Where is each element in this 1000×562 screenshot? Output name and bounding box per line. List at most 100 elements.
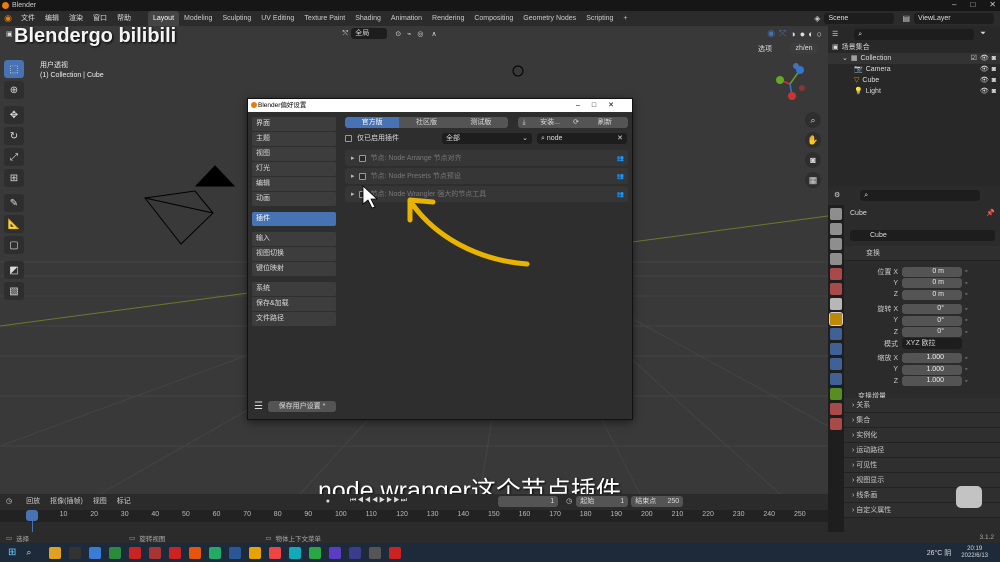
keying-menu[interactable]: 抠像(插帧) bbox=[50, 496, 83, 506]
clear-search-icon[interactable]: ✕ bbox=[617, 133, 623, 144]
keyframe-dot-icon[interactable]: ◦ bbox=[965, 317, 967, 324]
camera-toggle-icon[interactable]: ◙ bbox=[992, 86, 996, 97]
keyframe-dot-icon[interactable]: ◦ bbox=[965, 329, 967, 336]
eye-icon[interactable]: 👁 bbox=[980, 53, 989, 64]
properties-section[interactable]: › 可见性 bbox=[844, 458, 1000, 473]
taskbar-app-icon[interactable] bbox=[389, 546, 402, 559]
taskbar-app-icon[interactable] bbox=[169, 546, 182, 559]
prefs-sidebar-item[interactable]: 键位映射 bbox=[252, 262, 336, 276]
current-frame-field[interactable]: 1 bbox=[498, 495, 559, 507]
particles-tab-icon[interactable] bbox=[830, 343, 842, 355]
collection-checkbox[interactable]: ☑ bbox=[971, 53, 977, 64]
taskbar-app-icon[interactable] bbox=[349, 546, 362, 559]
workspace-tab-animation[interactable]: Animation bbox=[386, 11, 427, 26]
addon-enable-checkbox[interactable] bbox=[358, 172, 366, 180]
keyframe-dot-icon[interactable]: ◦ bbox=[965, 268, 967, 275]
taskbar-app-icon[interactable] bbox=[49, 546, 62, 559]
playhead[interactable] bbox=[26, 510, 38, 521]
pin-icon[interactable]: 📌 bbox=[986, 209, 995, 217]
prefs-sidebar-item[interactable]: 动画 bbox=[252, 192, 336, 206]
outliner-collection[interactable]: ⌄ ▦ Collection ☑ 👁 ◙ bbox=[828, 53, 1000, 64]
menu-4[interactable]: 帮助 bbox=[112, 11, 136, 26]
shading-solid-icon[interactable]: ● bbox=[800, 29, 805, 39]
prefs-sidebar-item[interactable]: 灯光 bbox=[252, 162, 336, 176]
taskbar-app-icon[interactable] bbox=[89, 546, 102, 559]
menu-3[interactable]: 窗口 bbox=[88, 11, 112, 26]
prefs-sidebar-item[interactable]: 主题 bbox=[252, 132, 336, 146]
visibility-icon[interactable]: ◉ bbox=[767, 28, 775, 39]
outliner-item-camera[interactable]: 📷 Camera 👁 ◙ bbox=[828, 64, 1000, 75]
category-dropdown[interactable]: 全部 ⌄ bbox=[442, 132, 532, 144]
texture-tab-icon[interactable] bbox=[830, 418, 842, 430]
scale-tool-icon[interactable]: ⤢ bbox=[4, 148, 24, 166]
proportional-icon[interactable]: ◎ bbox=[417, 30, 423, 38]
prefs-sidebar-item[interactable]: 界面 bbox=[252, 117, 336, 131]
scale-z-field[interactable]: 1.000 bbox=[902, 376, 962, 387]
properties-section[interactable]: › 实例化 bbox=[844, 428, 1000, 443]
minimize-icon[interactable]: – bbox=[952, 0, 956, 11]
rotation-z-field[interactable]: 0° bbox=[902, 327, 962, 338]
measure-tool-icon[interactable]: 📐 bbox=[4, 215, 24, 233]
scale-y-field[interactable]: 1.000 bbox=[902, 364, 962, 375]
prefs-sidebar-item[interactable]: 保存&加载 bbox=[252, 297, 336, 311]
eye-icon[interactable]: 👁 bbox=[980, 86, 989, 97]
taskbar-search-icon[interactable]: ⌕ bbox=[26, 547, 31, 558]
prefs-sidebar-item[interactable]: 插件 bbox=[252, 212, 336, 226]
addon-tab-2[interactable]: 测试版 bbox=[453, 117, 508, 128]
playback-menu[interactable]: 回放 bbox=[26, 496, 40, 506]
move-tool-icon[interactable]: ✥ bbox=[4, 106, 24, 124]
dialog-close-icon[interactable]: ✕ bbox=[608, 102, 626, 109]
physics-tab-icon[interactable] bbox=[830, 358, 842, 370]
properties-type-icon[interactable]: ⚙ bbox=[834, 191, 840, 199]
taskbar-app-icon[interactable] bbox=[109, 546, 122, 559]
location-x-field[interactable]: 0 m bbox=[902, 266, 962, 277]
enabled-only-checkbox[interactable] bbox=[345, 134, 352, 142]
menu-1[interactable]: 编辑 bbox=[40, 11, 64, 26]
outliner-item-cube[interactable]: ▽ Cube 👁 ◙ bbox=[828, 75, 1000, 86]
modifier-tab-icon[interactable] bbox=[830, 328, 842, 340]
keyframe-dot-icon[interactable]: ◦ bbox=[965, 306, 967, 313]
select-tool-icon[interactable]: ⬚ bbox=[4, 60, 24, 78]
blender-menu-icon[interactable]: ◉ bbox=[0, 13, 16, 24]
refresh-icon[interactable]: ⟳ bbox=[570, 117, 582, 128]
prefs-sidebar-item[interactable]: 视图 bbox=[252, 147, 336, 161]
editor-type-icon[interactable]: ▣ bbox=[6, 30, 13, 38]
camera-toggle-icon[interactable]: ◙ bbox=[992, 64, 996, 75]
refresh-button[interactable]: 刷新 bbox=[582, 117, 628, 128]
prefs-sidebar-item[interactable]: 文件路径 bbox=[252, 312, 336, 326]
keyframe-dot-icon[interactable]: ◦ bbox=[965, 366, 967, 373]
shading-material-icon[interactable]: ◐ bbox=[808, 29, 813, 39]
properties-section[interactable]: › 运动路径 bbox=[844, 443, 1000, 458]
properties-section[interactable]: › 关系 bbox=[844, 398, 1000, 413]
outliner-item-light[interactable]: 💡 Light 👁 ◙ bbox=[828, 86, 1000, 97]
prefs-sidebar-item[interactable]: 系统 bbox=[252, 282, 336, 296]
camera-toggle-icon[interactable]: ◙ bbox=[992, 53, 996, 64]
start-frame-field[interactable]: 起始 1 bbox=[576, 495, 629, 507]
material-tab-icon[interactable] bbox=[830, 403, 842, 415]
expand-arrow-icon[interactable]: ▸ bbox=[351, 190, 355, 198]
workspace-tab-rendering[interactable]: Rendering bbox=[427, 11, 469, 26]
dialog-maximize-icon[interactable]: □ bbox=[592, 102, 608, 109]
install-button[interactable]: 安装... bbox=[530, 117, 570, 128]
navigation-gizmo[interactable] bbox=[770, 60, 810, 108]
gizmo-icon[interactable]: ⤧ bbox=[779, 28, 786, 39]
render-tab-icon[interactable] bbox=[830, 223, 842, 235]
prefs-sidebar-item[interactable]: 输入 bbox=[252, 232, 336, 246]
prefs-sidebar-item[interactable]: 视图切换 bbox=[252, 247, 336, 261]
windows-start-icon[interactable]: ⊞ bbox=[8, 547, 16, 558]
rotation-y-field[interactable]: 0° bbox=[902, 315, 962, 326]
keyframe-dot-icon[interactable]: ◦ bbox=[965, 355, 967, 362]
image-tool-icon[interactable]: ▧ bbox=[4, 282, 24, 300]
workspace-tab-shading[interactable]: Shading bbox=[350, 11, 386, 26]
addon-row[interactable]: ▸ 节点: Node Arrange 节点对齐 👥 bbox=[345, 150, 628, 166]
expand-arrow-icon[interactable]: ▸ bbox=[351, 172, 355, 180]
properties-section[interactable]: › 集合 bbox=[844, 413, 1000, 428]
keyframe-dot-icon[interactable]: ◦ bbox=[965, 378, 967, 385]
workspace-tab-modeling[interactable]: Modeling bbox=[179, 11, 217, 26]
workspace-tab-layout[interactable]: Layout bbox=[148, 11, 180, 26]
clock[interactable]: 20:19 2022/6/13 bbox=[961, 546, 988, 560]
overlay-icon[interactable]: ◑ bbox=[790, 29, 795, 39]
taskbar-app-icon[interactable] bbox=[329, 546, 342, 559]
prefs-sidebar-item[interactable]: 编辑 bbox=[252, 177, 336, 191]
annotate-tool-icon[interactable]: ✎ bbox=[4, 194, 24, 212]
